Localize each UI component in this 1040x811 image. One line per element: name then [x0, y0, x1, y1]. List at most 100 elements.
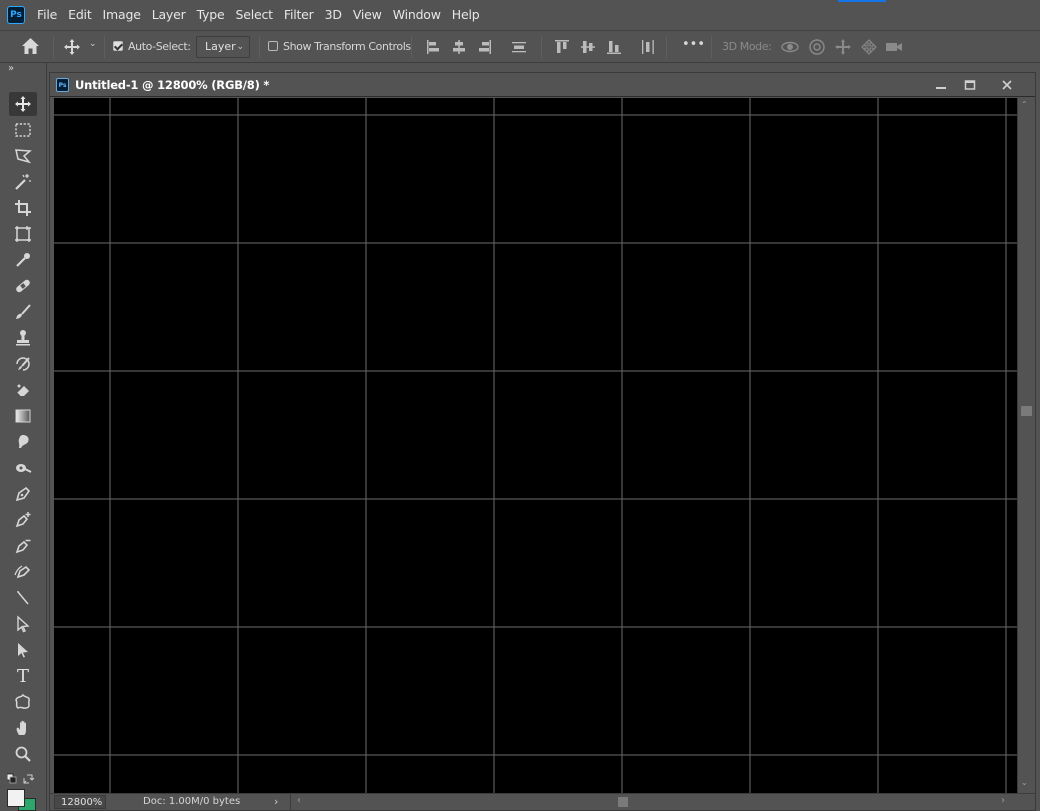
pen-plus-icon [15, 512, 31, 528]
pen-icon [15, 486, 31, 502]
pixel-grid [54, 98, 1017, 793]
gradient-tool[interactable] [9, 404, 37, 428]
menu-select[interactable]: Select [235, 7, 273, 22]
curvature-pen-icon [14, 565, 31, 579]
more-options-button[interactable]: ••• [682, 37, 705, 52]
move-tool[interactable] [9, 92, 37, 116]
options-separator [411, 36, 412, 58]
history-brush-tool[interactable] [9, 352, 37, 376]
auto-select-checkbox[interactable] [113, 41, 123, 51]
minimize-button[interactable] [930, 76, 952, 94]
type-tool[interactable]: T [9, 664, 37, 688]
horizontal-scrollbar[interactable]: ‹ › [290, 794, 1015, 810]
3d-roll-icon[interactable] [808, 38, 826, 59]
frame-tool[interactable] [9, 222, 37, 246]
scroll-right-icon[interactable]: › [1001, 795, 1005, 806]
options-separator [104, 36, 105, 58]
eraser-tool[interactable] [9, 378, 37, 402]
menu-type[interactable]: Type [197, 7, 225, 22]
document-info[interactable]: Doc: 1.00M/0 bytes [143, 796, 240, 807]
horizontal-scroll-thumb[interactable] [618, 797, 628, 807]
home-icon[interactable] [21, 37, 40, 58]
convert-point-tool[interactable] [9, 586, 37, 610]
document-title-bar[interactable]: Ps Untitled-1 @ 12800% (RGB/8) * [50, 73, 1035, 97]
show-transform-controls-checkbox[interactable] [268, 41, 278, 51]
menu-layer[interactable]: Layer [152, 7, 186, 22]
maximize-button[interactable] [959, 76, 981, 94]
chevron-down-icon: ⌄ [236, 42, 244, 52]
photoshop-logo-icon[interactable]: Ps [7, 5, 25, 24]
scroll-up-icon[interactable]: ⌃ [1021, 100, 1028, 109]
clone-stamp-tool[interactable] [9, 326, 37, 350]
eraser-icon [16, 384, 29, 397]
default-colors-icon[interactable] [6, 773, 37, 788]
menu-filter[interactable]: Filter [284, 7, 314, 22]
distribute-vertical-icon[interactable] [510, 38, 528, 59]
menu-window[interactable]: Window [393, 7, 441, 22]
document-window: Ps Untitled-1 @ 12800% (RGB/8) * ⌃ ⌄ 128… [49, 72, 1036, 811]
direct-selection-tool[interactable] [9, 612, 37, 636]
crop-tool[interactable] [9, 196, 37, 220]
blur-tool[interactable] [9, 430, 37, 454]
options-separator [259, 36, 260, 58]
auto-select-target-select[interactable]: Layer ⌄ [196, 36, 250, 58]
frame-icon [15, 226, 31, 242]
vertical-scrollbar[interactable]: ⌃ ⌄ [1017, 98, 1034, 793]
brush-tool[interactable] [9, 300, 37, 324]
pen-minus-icon [15, 539, 31, 554]
chevron-down-icon[interactable]: ⌄ [89, 39, 97, 49]
align-horizontal-centers-icon[interactable] [451, 38, 467, 59]
path-select-icon [18, 643, 28, 658]
healing-brush-tool[interactable] [9, 274, 37, 298]
align-left-edges-icon[interactable] [425, 38, 441, 59]
distribute-horizontal-icon[interactable] [639, 38, 657, 59]
menu-edit[interactable]: Edit [68, 7, 92, 22]
gradient-icon [15, 409, 31, 423]
zoom-level-field[interactable]: 12800% [54, 795, 106, 809]
align-top-edges-icon[interactable] [553, 38, 571, 59]
curvature-pen-tool[interactable] [9, 560, 37, 584]
window-accent-bar [838, 0, 886, 2]
zoom-tool[interactable] [9, 742, 37, 766]
custom-shape-tool[interactable] [9, 690, 37, 714]
menu-3d[interactable]: 3D [325, 7, 342, 22]
custom-shape-icon [15, 693, 30, 709]
move-tool-preset-icon[interactable] [63, 38, 81, 59]
foreground-color-swatch[interactable] [7, 789, 25, 807]
menu-image[interactable]: Image [103, 7, 141, 22]
3d-pan-icon[interactable] [834, 38, 852, 59]
delete-anchor-point-tool[interactable] [9, 534, 37, 558]
eyedropper-tool[interactable] [9, 248, 37, 272]
3d-orbit-icon[interactable] [780, 38, 800, 59]
collapse-panel-icon[interactable]: » [8, 63, 14, 74]
dodge-tool[interactable] [9, 456, 37, 480]
menu-view[interactable]: View [353, 7, 382, 22]
path-selection-tool[interactable] [9, 638, 37, 662]
vertical-scroll-thumb[interactable] [1021, 406, 1032, 416]
polygonal-lasso-tool[interactable] [9, 144, 37, 168]
align-right-edges-icon[interactable] [477, 38, 493, 59]
auto-select-target-value: Layer [205, 40, 236, 53]
show-transform-controls-label: Show Transform Controls [283, 40, 411, 53]
add-anchor-point-tool[interactable] [9, 508, 37, 532]
3d-slide-icon[interactable] [860, 38, 878, 59]
hand-tool[interactable] [9, 716, 37, 740]
align-bottom-edges-icon[interactable] [605, 38, 623, 59]
document-canvas[interactable] [54, 98, 1017, 793]
magic-wand-tool[interactable] [9, 170, 37, 194]
options-separator [711, 36, 712, 58]
pen-tool[interactable] [9, 482, 37, 506]
3d-camera-icon[interactable] [884, 38, 904, 59]
magic-wand-icon [15, 174, 31, 190]
menu-file[interactable]: File [37, 7, 57, 22]
status-bar: 12800% Doc: 1.00M/0 bytes › ‹ › [50, 793, 1035, 810]
convert-point-icon [17, 591, 29, 605]
rectangular-marquee-tool[interactable] [9, 118, 37, 142]
close-button[interactable] [996, 76, 1018, 94]
scroll-left-icon[interactable]: ‹ [297, 795, 301, 806]
menu-help[interactable]: Help [452, 7, 480, 22]
zoom-icon [15, 746, 31, 762]
chevron-right-icon[interactable]: › [274, 795, 278, 808]
scroll-down-icon[interactable]: ⌄ [1021, 778, 1028, 787]
align-vertical-centers-icon[interactable] [579, 38, 597, 59]
